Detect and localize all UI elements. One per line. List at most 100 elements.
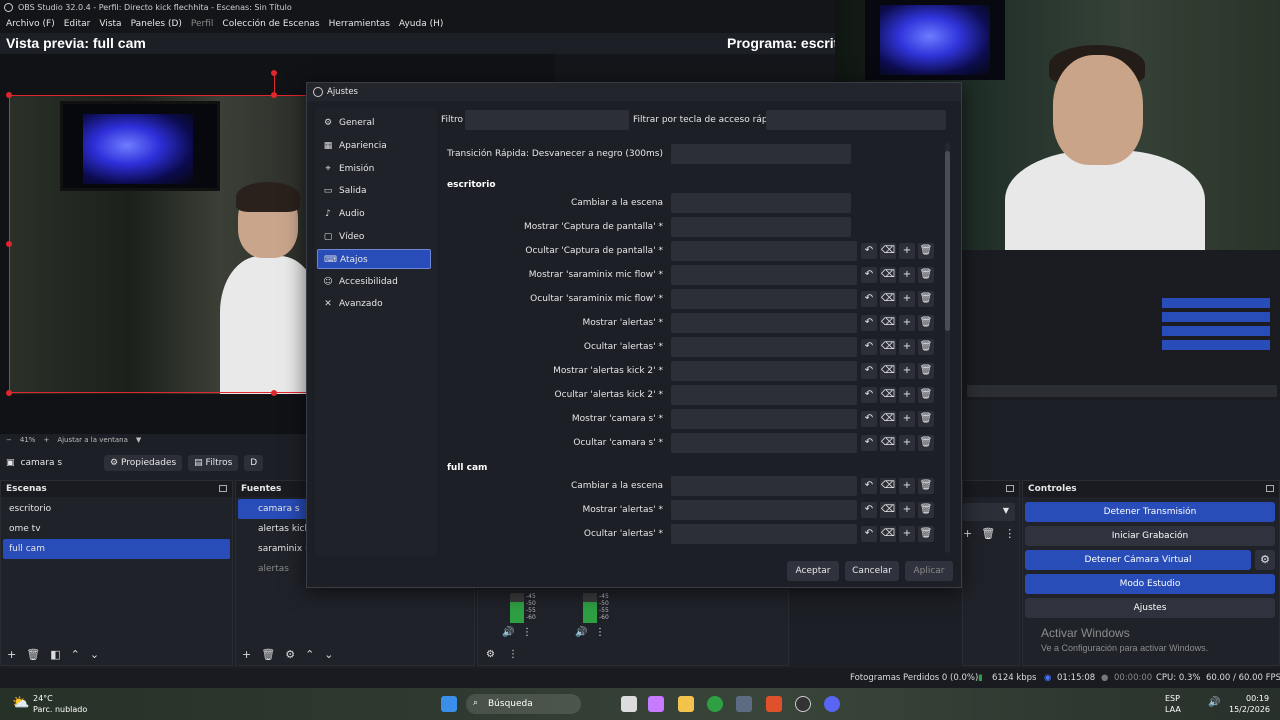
volume-icon[interactable]: 🔊: [1208, 697, 1220, 708]
chrome-icon[interactable]: [707, 696, 723, 712]
add-icon[interactable]: +: [899, 478, 915, 494]
resize-handle-top[interactable]: [271, 92, 277, 98]
menu-archivo[interactable]: Archivo (F): [6, 19, 55, 29]
nav-atajos[interactable]: ⌨ Atajos: [317, 249, 431, 269]
trash-icon[interactable]: 🗑: [918, 387, 934, 403]
clear-icon[interactable]: ⌫: [880, 502, 896, 518]
remove-scene-icon[interactable]: 🗑: [26, 648, 40, 661]
hotkey-input[interactable]: [671, 265, 857, 285]
revert-icon[interactable]: ↶: [861, 502, 877, 518]
trash-icon[interactable]: 🗑: [918, 411, 934, 427]
hotkey-input[interactable]: [671, 476, 857, 496]
add-scene-icon[interactable]: +: [7, 648, 16, 661]
file-icon[interactable]: [621, 696, 637, 712]
nav-emision[interactable]: ⌖ Emisión: [317, 159, 431, 179]
clear-icon[interactable]: ⌫: [880, 478, 896, 494]
revert-icon[interactable]: ↶: [861, 267, 877, 283]
nav-audio[interactable]: ♪ Audio: [317, 204, 431, 224]
trash-icon[interactable]: 🗑: [918, 315, 934, 331]
remove-transition-icon[interactable]: 🗑: [981, 527, 995, 540]
language-layout[interactable]: LAA: [1165, 705, 1181, 714]
zoom-in-icon[interactable]: +: [43, 436, 49, 444]
start-recording-button[interactable]: Iniciar Grabación: [1025, 526, 1275, 546]
hotkey-input[interactable]: [671, 361, 857, 381]
clear-icon[interactable]: ⌫: [880, 243, 896, 259]
source-down-icon[interactable]: ⌄: [324, 648, 333, 661]
studio-mode-button[interactable]: Modo Estudio: [1025, 574, 1275, 594]
source-up-icon[interactable]: ⌃: [305, 648, 314, 661]
add-icon[interactable]: +: [899, 387, 915, 403]
revert-icon[interactable]: ↶: [861, 387, 877, 403]
clear-icon[interactable]: ⌫: [880, 363, 896, 379]
undock-icon[interactable]: [1006, 485, 1014, 492]
add-icon[interactable]: +: [899, 411, 915, 427]
properties-button[interactable]: ⚙ Propiedades: [104, 455, 183, 471]
revert-icon[interactable]: ↶: [861, 478, 877, 494]
scene-item-full-cam[interactable]: full cam: [3, 539, 230, 559]
trash-icon[interactable]: 🗑: [918, 243, 934, 259]
move-down-icon[interactable]: ⌄: [90, 648, 99, 661]
hotkey-input[interactable]: [671, 433, 857, 453]
nav-avanzado[interactable]: ✕ Avanzado: [317, 294, 431, 314]
nav-salida[interactable]: ▭ Salida: [317, 181, 431, 201]
filter-input[interactable]: [465, 110, 629, 130]
scrollbar-thumb[interactable]: [945, 151, 950, 331]
add-icon[interactable]: +: [899, 267, 915, 283]
remove-source-icon[interactable]: 🗑: [261, 648, 275, 661]
add-icon[interactable]: +: [899, 502, 915, 518]
menu-editar[interactable]: Editar: [64, 19, 91, 29]
trash-icon[interactable]: 🗑: [918, 435, 934, 451]
revert-icon[interactable]: ↶: [861, 291, 877, 307]
settings-button[interactable]: Ajustes: [1025, 598, 1275, 618]
add-icon[interactable]: +: [899, 435, 915, 451]
hotkey-input[interactable]: [671, 524, 857, 544]
selection-box[interactable]: [9, 95, 309, 393]
language[interactable]: ESP: [1165, 694, 1180, 703]
mixer-menu-icon[interactable]: ⋮: [595, 627, 605, 638]
nav-apariencia[interactable]: ▦ Apariencia: [317, 136, 431, 156]
add-icon[interactable]: +: [899, 315, 915, 331]
menu-perfil[interactable]: Perfil: [191, 19, 214, 29]
resize-handle-bl[interactable]: [6, 390, 12, 396]
hotkey-input[interactable]: [671, 385, 857, 405]
clear-icon[interactable]: ⌫: [880, 411, 896, 427]
revert-icon[interactable]: ↶: [861, 363, 877, 379]
hotkey-input[interactable]: [671, 500, 857, 520]
trash-icon[interactable]: 🗑: [918, 526, 934, 542]
menu-vista[interactable]: Vista: [99, 19, 121, 29]
hotkey-input[interactable]: [671, 241, 857, 261]
trash-icon[interactable]: 🗑: [918, 267, 934, 283]
add-transition-icon[interactable]: +: [963, 527, 972, 540]
trash-icon[interactable]: 🗑: [918, 291, 934, 307]
add-icon[interactable]: +: [899, 243, 915, 259]
accept-button[interactable]: Aceptar: [787, 561, 839, 581]
filter-hotkey-input[interactable]: [766, 110, 946, 130]
add-icon[interactable]: +: [899, 339, 915, 355]
move-up-icon[interactable]: ⌃: [71, 648, 80, 661]
transition-select[interactable]: ▼: [963, 503, 1015, 521]
zoom-out-icon[interactable]: −: [6, 436, 12, 444]
trash-icon[interactable]: 🗑: [918, 478, 934, 494]
fit-window-button[interactable]: Ajustar a la ventana: [57, 436, 128, 444]
add-icon[interactable]: +: [899, 291, 915, 307]
scene-item-ome-tv[interactable]: ome tv: [3, 519, 230, 539]
mixer-settings-icon[interactable]: ⚙: [486, 649, 495, 660]
revert-icon[interactable]: ↶: [861, 435, 877, 451]
mixer-menu-icon[interactable]: ⋮: [522, 627, 532, 638]
speaker-icon[interactable]: 🔊: [502, 627, 514, 638]
hotkey-input[interactable]: [671, 217, 851, 237]
rotate-handle[interactable]: [271, 70, 277, 76]
revert-icon[interactable]: ↶: [861, 411, 877, 427]
folder-icon[interactable]: [678, 696, 694, 712]
trash-icon[interactable]: 🗑: [918, 363, 934, 379]
clear-icon[interactable]: ⌫: [880, 435, 896, 451]
hotkey-input[interactable]: [671, 289, 857, 309]
hotkeys-scrollbar[interactable]: [945, 143, 950, 553]
stop-stream-button[interactable]: Detener Transmisión: [1025, 502, 1275, 522]
discord-icon[interactable]: [824, 696, 840, 712]
resize-handle-left[interactable]: [6, 241, 12, 247]
clear-icon[interactable]: ⌫: [880, 267, 896, 283]
undock-icon[interactable]: [219, 485, 227, 492]
transition-menu-icon[interactable]: ⋮: [1004, 527, 1015, 540]
hotkey-input[interactable]: [671, 313, 857, 333]
